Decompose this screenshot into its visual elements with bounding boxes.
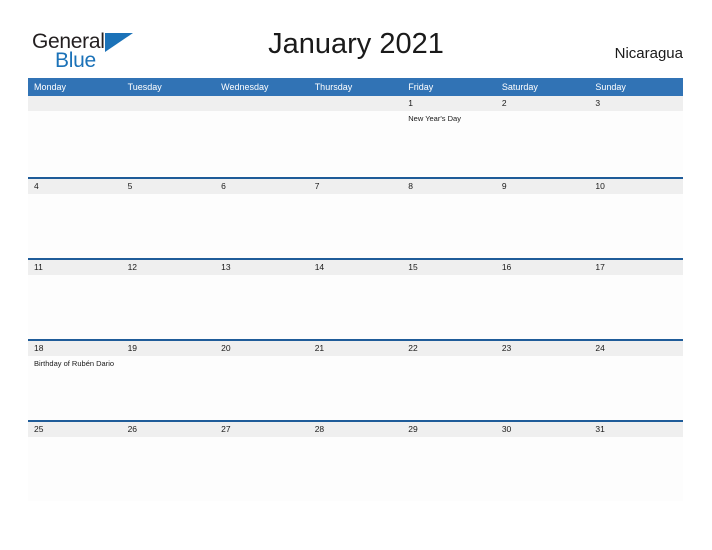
day-number[interactable] xyxy=(28,96,122,111)
day-event xyxy=(402,356,496,420)
day-event xyxy=(402,194,496,258)
day-event xyxy=(215,356,309,420)
event-band: New Year's Day xyxy=(28,111,683,175)
country-label: Nicaragua xyxy=(614,45,683,62)
day-event xyxy=(28,437,122,501)
day-event xyxy=(496,111,590,175)
day-number[interactable] xyxy=(215,96,309,111)
day-event xyxy=(122,275,216,339)
week-row: 18 19 20 21 22 23 24 Birthday of Rubén D… xyxy=(28,339,683,420)
day-event xyxy=(215,275,309,339)
day-event xyxy=(496,356,590,420)
date-band: 11 12 13 14 15 16 17 xyxy=(28,260,683,275)
date-band: 18 19 20 21 22 23 24 xyxy=(28,341,683,356)
day-number[interactable]: 25 xyxy=(28,422,122,437)
weekday-header-thursday: Thursday xyxy=(314,82,353,92)
day-number[interactable]: 5 xyxy=(122,179,216,194)
event-band xyxy=(28,275,683,339)
weekday-header-tuesday: Tuesday xyxy=(127,82,162,92)
day-number[interactable]: 18 xyxy=(28,341,122,356)
day-event xyxy=(28,111,122,175)
weekday-header-wednesday: Wednesday xyxy=(221,82,269,92)
day-event xyxy=(122,356,216,420)
day-event xyxy=(215,111,309,175)
day-number[interactable]: 11 xyxy=(28,260,122,275)
day-event xyxy=(496,437,590,501)
day-number[interactable]: 14 xyxy=(309,260,403,275)
weekday-header-friday: Friday xyxy=(408,82,434,92)
week-row: 11 12 13 14 15 16 17 xyxy=(28,258,683,339)
day-event xyxy=(122,437,216,501)
event-band xyxy=(28,194,683,258)
weekday-header-sunday: Sunday xyxy=(595,82,626,92)
event-band: Birthday of Rubén Dario xyxy=(28,356,683,420)
day-number[interactable]: 20 xyxy=(215,341,309,356)
day-event xyxy=(309,194,403,258)
weekday-header-row: Monday Tuesday Wednesday Thursday Friday… xyxy=(28,78,683,96)
day-number[interactable]: 22 xyxy=(402,341,496,356)
week-row: 25 26 27 28 29 30 31 xyxy=(28,420,683,501)
day-event xyxy=(589,111,683,175)
date-band: 25 26 27 28 29 30 31 xyxy=(28,422,683,437)
day-event xyxy=(215,437,309,501)
day-number[interactable]: 2 xyxy=(496,96,590,111)
day-number[interactable]: 21 xyxy=(309,341,403,356)
day-event xyxy=(28,275,122,339)
day-event xyxy=(309,275,403,339)
day-number[interactable]: 16 xyxy=(496,260,590,275)
day-event xyxy=(309,111,403,175)
weekday-header-monday: Monday xyxy=(34,82,67,92)
day-event xyxy=(496,194,590,258)
day-event: Birthday of Rubén Dario xyxy=(34,359,115,368)
day-number[interactable]: 26 xyxy=(122,422,216,437)
day-event xyxy=(496,275,590,339)
day-number[interactable]: 23 xyxy=(496,341,590,356)
day-number[interactable]: 29 xyxy=(402,422,496,437)
day-number[interactable]: 1 xyxy=(402,96,496,111)
day-event xyxy=(309,437,403,501)
day-event: New Year's Day xyxy=(408,114,461,123)
weekday-header-saturday: Saturday xyxy=(501,82,538,92)
day-event xyxy=(122,111,216,175)
day-number[interactable]: 24 xyxy=(589,341,683,356)
day-event xyxy=(589,356,683,420)
event-band xyxy=(28,437,683,501)
day-number[interactable]: 27 xyxy=(215,422,309,437)
day-event xyxy=(589,275,683,339)
day-number[interactable]: 8 xyxy=(402,179,496,194)
day-number[interactable]: 28 xyxy=(309,422,403,437)
day-event xyxy=(589,437,683,501)
day-number[interactable] xyxy=(122,96,216,111)
day-event xyxy=(122,194,216,258)
date-band: 1 2 3 xyxy=(28,96,683,111)
week-row: 4 5 6 7 8 9 10 xyxy=(28,177,683,258)
date-band: 4 5 6 7 8 9 10 xyxy=(28,179,683,194)
day-number[interactable]: 15 xyxy=(402,260,496,275)
day-number[interactable]: 19 xyxy=(122,341,216,356)
day-number[interactable]: 12 xyxy=(122,260,216,275)
day-number[interactable]: 10 xyxy=(589,179,683,194)
day-number[interactable]: 31 xyxy=(589,422,683,437)
day-number[interactable]: 3 xyxy=(589,96,683,111)
page-header: General Blue January 2021 Nicaragua xyxy=(0,0,712,78)
week-row: 1 2 3 New Year's Day xyxy=(28,96,683,177)
day-event xyxy=(28,194,122,258)
day-number[interactable]: 17 xyxy=(589,260,683,275)
day-event xyxy=(402,275,496,339)
day-event xyxy=(309,356,403,420)
day-number[interactable]: 6 xyxy=(215,179,309,194)
day-number[interactable]: 7 xyxy=(309,179,403,194)
day-number[interactable]: 4 xyxy=(28,179,122,194)
day-number[interactable]: 30 xyxy=(496,422,590,437)
day-number[interactable]: 13 xyxy=(215,260,309,275)
day-event xyxy=(589,194,683,258)
calendar-grid: Monday Tuesday Wednesday Thursday Friday… xyxy=(28,78,683,501)
day-number[interactable]: 9 xyxy=(496,179,590,194)
day-event xyxy=(402,437,496,501)
page-title: January 2021 xyxy=(268,28,444,60)
day-event xyxy=(215,194,309,258)
day-number[interactable] xyxy=(309,96,403,111)
